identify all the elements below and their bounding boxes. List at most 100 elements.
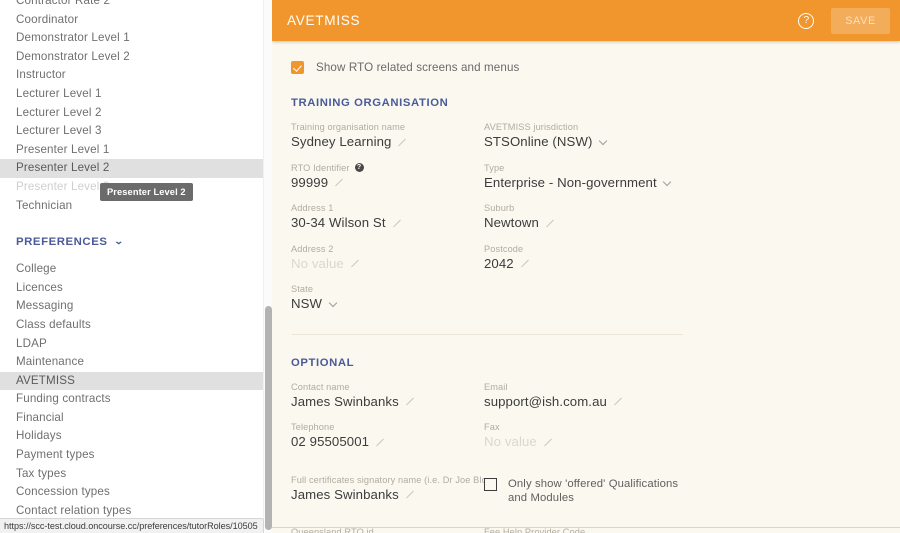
- field-email: Email support@ish.com.au: [484, 381, 684, 411]
- sidebar-item-presenter-level-1[interactable]: Presenter Level 1: [0, 141, 272, 160]
- show-rto-checkbox[interactable]: [291, 61, 304, 74]
- sidebar-item-demonstrator-level-1[interactable]: Demonstrator Level 1: [0, 29, 272, 48]
- field-fax-label: Fax: [484, 421, 684, 433]
- field-state-value-row[interactable]: NSW: [291, 295, 484, 313]
- sidebar-item-funding-contracts[interactable]: Funding contracts: [0, 390, 272, 409]
- pencil-icon[interactable]: [375, 438, 384, 447]
- label-text: Postcode: [484, 243, 524, 254]
- field-address-2-label: Address 2: [291, 243, 484, 255]
- sidebar-preferences-list: College Licences Messaging Class defaults LD…: [0, 260, 272, 533]
- sidebar-item-label: Concession types: [16, 485, 110, 499]
- sidebar-scrollbar-track[interactable]: [263, 0, 272, 533]
- field-training-organisation-name: Training organisation name Sydney Learnin…: [291, 121, 484, 151]
- field-type-value-row[interactable]: Enterprise - Non-government: [484, 174, 684, 192]
- field-avetmiss-jurisdiction-value-row[interactable]: STSOnline (NSW): [484, 133, 684, 151]
- field-postcode-value-row[interactable]: 2042: [484, 255, 684, 273]
- sidebar-item-label: Financial: [16, 410, 64, 424]
- main-body: Show RTO related screens and menus TRAIN…: [272, 41, 900, 533]
- field-contact-name-value-row[interactable]: James Swinbanks: [291, 393, 484, 411]
- pencil-icon[interactable]: [543, 438, 552, 447]
- field-rto-identifier-label: RTO Identifier?: [291, 162, 484, 174]
- chevron-down-icon[interactable]: ⌄: [113, 231, 124, 252]
- sidebar-group-label: PREFERENCES: [16, 236, 108, 249]
- status-bar-url: https://scc-test.cloud.oncourse.cc/prefe…: [0, 518, 264, 533]
- pencil-icon[interactable]: [520, 259, 529, 268]
- sidebar-item-holidays[interactable]: Holidays: [0, 427, 272, 446]
- sidebar-item-label: Contractor Rate 2: [16, 0, 111, 7]
- sidebar-item-licences[interactable]: Licences: [0, 279, 272, 298]
- sidebar-item-ldap[interactable]: LDAP: [0, 335, 272, 354]
- field-email-value-row[interactable]: support@ish.com.au: [484, 393, 684, 411]
- pencil-icon[interactable]: [350, 259, 359, 268]
- field-postcode-label: Postcode: [484, 243, 684, 255]
- sidebar-item-presenter-level-2[interactable]: Presenter Level 2: [0, 159, 272, 178]
- offered-qualifications-label: Only show 'offered' Qualifications and M…: [508, 477, 679, 505]
- sidebar-item-messaging[interactable]: Messaging: [0, 297, 272, 316]
- field-postcode: Postcode 2042: [484, 243, 684, 273]
- field-signatory-label: Full certificates signatory name (i.e. D…: [291, 474, 484, 485]
- field-telephone: Telephone 02 95505001: [291, 421, 484, 451]
- sidebar-item-tax-types[interactable]: Tax types: [0, 465, 272, 484]
- show-rto-label: Show RTO related screens and menus: [316, 61, 520, 74]
- show-rto-checkbox-row[interactable]: Show RTO related screens and menus: [291, 60, 684, 75]
- help-dot-icon[interactable]: ?: [354, 163, 364, 172]
- pencil-icon[interactable]: [613, 397, 622, 406]
- pencil-icon[interactable]: [405, 397, 414, 406]
- training-organisation-fields: Training organisation name Sydney Learnin…: [291, 121, 684, 324]
- field-signatory-value-row[interactable]: James Swinbanks: [291, 486, 484, 504]
- pencil-icon[interactable]: [397, 138, 406, 147]
- sidebar-item-instructor[interactable]: Instructor: [0, 66, 272, 85]
- field-telephone-value-row[interactable]: 02 95505001: [291, 433, 484, 451]
- sidebar-item-avetmiss[interactable]: AVETMISS: [0, 371, 272, 391]
- field-signatory: Full certificates signatory name (i.e. D…: [291, 474, 484, 504]
- sidebar-item-label: Lecturer Level 1: [16, 86, 102, 100]
- sidebar-item-coordinator[interactable]: Coordinator: [0, 11, 272, 30]
- chevron-down-icon[interactable]: [599, 138, 607, 146]
- sidebar-item-concession-types[interactable]: Concession types: [0, 483, 272, 502]
- sidebar-item-maintenance[interactable]: Maintenance: [0, 353, 272, 372]
- field-address-1-value-row[interactable]: 30-34 Wilson St: [291, 214, 484, 232]
- page-title: AVETMISS: [287, 13, 361, 28]
- pencil-icon[interactable]: [334, 178, 343, 187]
- sidebar-item-contractor-rate-2[interactable]: Contractor Rate 2: [0, 0, 272, 11]
- sidebar-item-financial[interactable]: Financial: [0, 409, 272, 428]
- chevron-down-icon[interactable]: [329, 300, 337, 308]
- field-training-organisation-name-label: Training organisation name: [291, 121, 484, 133]
- help-circle-icon[interactable]: ?: [798, 12, 815, 29]
- field-fax: Fax No value: [484, 421, 684, 451]
- pencil-icon[interactable]: [545, 219, 554, 228]
- save-button[interactable]: SAVE: [831, 7, 890, 34]
- sidebar-item-college[interactable]: College: [0, 260, 272, 279]
- pencil-icon[interactable]: [405, 490, 414, 499]
- field-telephone-label: Telephone: [291, 421, 484, 433]
- sidebar-item-label: Class defaults: [16, 317, 91, 331]
- field-telephone-value: 02 95505001: [291, 434, 370, 449]
- label-text: Fax: [484, 422, 500, 432]
- pencil-icon[interactable]: [392, 219, 401, 228]
- offered-checkbox-row[interactable]: Only show 'offered' Qualifications and M…: [484, 474, 684, 515]
- sidebar-item-label: Presenter Level 2: [16, 161, 110, 175]
- field-postcode-value: 2042: [484, 255, 514, 271]
- label-text: Contact name: [291, 381, 350, 392]
- field-rto-identifier-value-row[interactable]: 99999: [291, 174, 484, 192]
- field-address-2-value-row[interactable]: No value: [291, 255, 484, 273]
- sidebar-group-preferences[interactable]: PREFERENCES ⌄: [0, 232, 272, 253]
- sidebar-item-label: Instructor: [16, 68, 66, 82]
- field-suburb-value-row[interactable]: Newtown: [484, 214, 684, 232]
- section-title-training-organisation: TRAINING ORGANISATION: [291, 97, 449, 109]
- field-contact-name-value: James Swinbanks: [291, 393, 399, 409]
- sidebar-item-lecturer-level-3[interactable]: Lecturer Level 3: [0, 122, 272, 141]
- field-avetmiss-jurisdiction-label: AVETMISS jurisdiction: [484, 121, 684, 133]
- sidebar-item-payment-types[interactable]: Payment types: [0, 446, 272, 465]
- sidebar-item-lecturer-level-2[interactable]: Lecturer Level 2: [0, 104, 272, 123]
- field-contact-name: Contact name James Swinbanks: [291, 381, 484, 411]
- chevron-down-icon[interactable]: [664, 179, 672, 187]
- field-state-value: NSW: [291, 296, 323, 311]
- sidebar-item-demonstrator-level-2[interactable]: Demonstrator Level 2: [0, 48, 272, 67]
- sidebar-item-lecturer-level-1[interactable]: Lecturer Level 1: [0, 85, 272, 104]
- offered-qualifications-checkbox[interactable]: [484, 477, 497, 491]
- sidebar-scrollbar-thumb[interactable]: [265, 306, 272, 530]
- field-fax-value-row[interactable]: No value: [484, 433, 684, 451]
- sidebar-item-class-defaults[interactable]: Class defaults: [0, 316, 272, 335]
- field-training-organisation-name-value-row[interactable]: Sydney Learning: [291, 133, 484, 151]
